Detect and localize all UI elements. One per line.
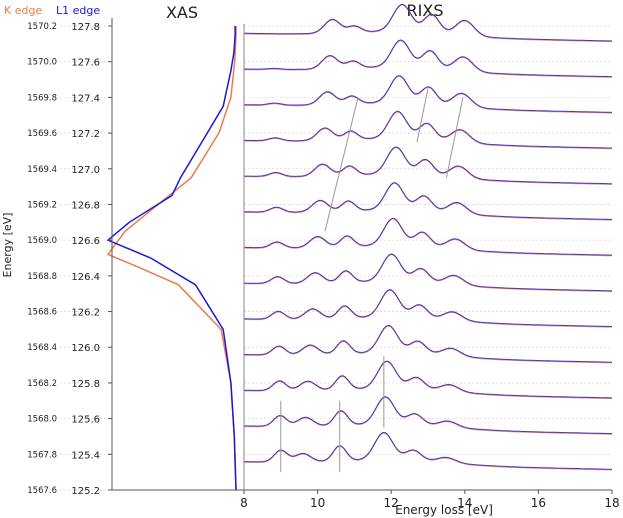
x-tick-label: 8 <box>240 496 248 510</box>
x-tick-label: 14 <box>457 496 472 510</box>
y-tick-label-left: 1569.6 <box>27 129 57 139</box>
x-tick-label: 12 <box>384 496 399 510</box>
xas-rixs-figure: K edge L1 edge XAS RIXS Energy [eV] Ener… <box>0 0 623 518</box>
x-tick-label: 18 <box>604 496 619 510</box>
y-tick-label-right: 126.2 <box>71 308 100 319</box>
dispersion-guide <box>445 97 464 178</box>
y-tick-label-right: 126.4 <box>71 272 100 283</box>
y-tick-label-right: 127.2 <box>71 129 100 140</box>
rixs-spectrum-k-edge <box>244 361 613 400</box>
y-tick-label-left: 1570.0 <box>27 58 57 68</box>
rixs-panel <box>243 3 613 473</box>
y-tick-label-left: 1568.0 <box>27 415 57 425</box>
rixs-spectrum-l1-edge <box>244 431 613 470</box>
axis-ticks: 1567.6 125.2 1567.8 125.4 1568.0 125.6 1568.2 1… <box>27 18 620 510</box>
y-tick-label-left: 1569.8 <box>27 93 57 103</box>
y-tick-label-left: 1568.6 <box>27 308 57 318</box>
y-tick-label-left: 1569.2 <box>27 200 57 210</box>
y-axis-label: Energy [eV] <box>1 213 14 278</box>
rixs-spectrum-k-edge <box>243 432 613 471</box>
rixs-spectrum-k-edge <box>244 325 613 364</box>
y-tick-label-right: 125.2 <box>71 486 100 497</box>
y-tick-label-right: 125.4 <box>71 450 100 461</box>
xas-title: XAS <box>166 3 198 22</box>
y-tick-label-left: 1568.4 <box>27 343 57 353</box>
legend-l1-edge: L1 edge <box>56 4 100 17</box>
rixs-spectrum-l1-edge <box>244 360 612 399</box>
y-tick-label-right: 125.6 <box>71 415 100 426</box>
xas-series-k-edge <box>106 26 237 491</box>
y-tick-label-left: 1568.8 <box>27 272 57 282</box>
y-tick-label-right: 126.0 <box>71 343 100 354</box>
rixs-spectrum-k-edge <box>244 111 612 150</box>
y-tick-label-right: 126.6 <box>71 236 100 247</box>
rixs-spectrum-l1-edge <box>243 75 613 113</box>
rixs-spectrum-k-edge <box>244 396 613 435</box>
y-tick-label-right: 127.8 <box>71 22 100 33</box>
x-tick-label: 16 <box>531 496 546 510</box>
y-tick-label-right: 125.8 <box>71 379 100 390</box>
xas-panel <box>106 26 237 491</box>
y-tick-label-left: 1567.6 <box>27 486 57 496</box>
rixs-spectrum-k-edge <box>244 218 612 257</box>
figure-svg: K edge L1 edge XAS RIXS Energy [eV] Ener… <box>1 1 620 517</box>
y-tick-label-right: 127.0 <box>71 165 100 176</box>
rixs-spectrum-l1-edge <box>244 39 613 78</box>
y-tick-label-left: 1569.4 <box>27 165 57 175</box>
gridlines <box>60 25 612 491</box>
dispersion-guide <box>416 88 429 143</box>
y-tick-label-left: 1568.2 <box>27 379 57 389</box>
x-tick-label: 10 <box>310 496 325 510</box>
rixs-spectrum-l1-edge <box>244 289 612 327</box>
rixs-spectrum-k-edge <box>243 40 612 78</box>
rixs-spectrum-k-edge <box>244 147 612 185</box>
y-tick-label-left: 1569.0 <box>27 236 57 246</box>
rixs-spectrum-k-edge <box>244 289 613 328</box>
rixs-spectrum-k-edge <box>244 182 612 221</box>
y-tick-label-left: 1570.2 <box>27 22 57 32</box>
y-tick-label-right: 127.4 <box>71 93 100 104</box>
rixs-spectrum-l1-edge <box>244 253 612 292</box>
rixs-spectrum-l1-edge <box>243 146 612 185</box>
xas-series-l1-edge <box>106 26 237 491</box>
rixs-spectrum-l1-edge <box>243 110 612 149</box>
dispersion-guide <box>324 97 359 232</box>
rixs-spectrum-l1-edge <box>244 396 613 435</box>
y-tick-label-right: 127.6 <box>71 58 100 69</box>
rixs-spectrum-l1-edge <box>244 325 612 363</box>
y-tick-label-right: 126.8 <box>71 200 100 211</box>
rixs-spectrum-k-edge <box>243 75 612 114</box>
x-axis-label: Energy loss [eV] <box>395 503 493 517</box>
y-tick-label-left: 1567.8 <box>27 450 57 460</box>
rixs-spectrum-l1-edge <box>243 182 612 220</box>
legend-k-edge: K edge <box>4 4 42 17</box>
